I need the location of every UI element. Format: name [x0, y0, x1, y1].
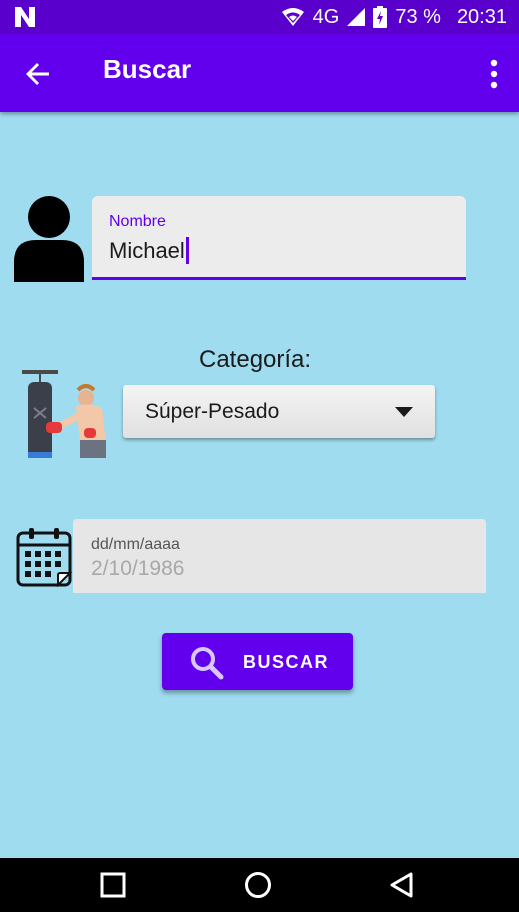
back-triangle-icon[interactable]: [387, 870, 417, 900]
boxer-punching-bag-icon: [22, 370, 106, 458]
home-circle-icon[interactable]: [243, 870, 273, 900]
status-indicators: 4G 73 % 20:31: [281, 0, 507, 34]
app-bar: Buscar: [0, 34, 519, 112]
battery-percent: 73 %: [395, 5, 441, 28]
date-field-hint: dd/mm/aaaa: [91, 536, 180, 553]
category-dropdown[interactable]: Súper-Pesado: [123, 385, 435, 438]
page-title: Buscar: [103, 54, 192, 84]
battery-icon: [373, 6, 388, 28]
name-field-value: Michael: [109, 238, 185, 263]
search-button-label: BUSCAR: [243, 652, 330, 672]
name-field-label: Nombre: [109, 213, 166, 230]
clock: 20:31: [456, 5, 507, 28]
notification-n-icon: [15, 7, 35, 27]
wifi-icon: [281, 8, 304, 26]
search-button[interactable]: BUSCAR: [162, 633, 353, 690]
recents-square-icon[interactable]: [98, 870, 128, 900]
more-vert-icon[interactable]: [489, 58, 499, 90]
network-type: 4G: [312, 5, 340, 28]
search-icon: [191, 647, 224, 680]
calendar-icon[interactable]: [16, 527, 72, 587]
arrow-back-icon[interactable]: [22, 58, 54, 90]
dropdown-arrow-icon: [395, 407, 413, 417]
date-field[interactable]: dd/mm/aaaa 2/10/1986: [73, 519, 486, 593]
category-label: Categoría:: [199, 346, 312, 373]
system-nav-bar: [0, 858, 519, 912]
signal-icon: [347, 8, 366, 26]
date-field-placeholder: 2/10/1986: [91, 557, 185, 580]
category-selected-value: Súper-Pesado: [145, 400, 280, 423]
person-icon: [14, 196, 84, 282]
status-bar: 4G 73 % 20:31: [0, 0, 519, 34]
name-field[interactable]: Nombre Michael: [92, 196, 466, 280]
text-cursor: [186, 237, 189, 264]
